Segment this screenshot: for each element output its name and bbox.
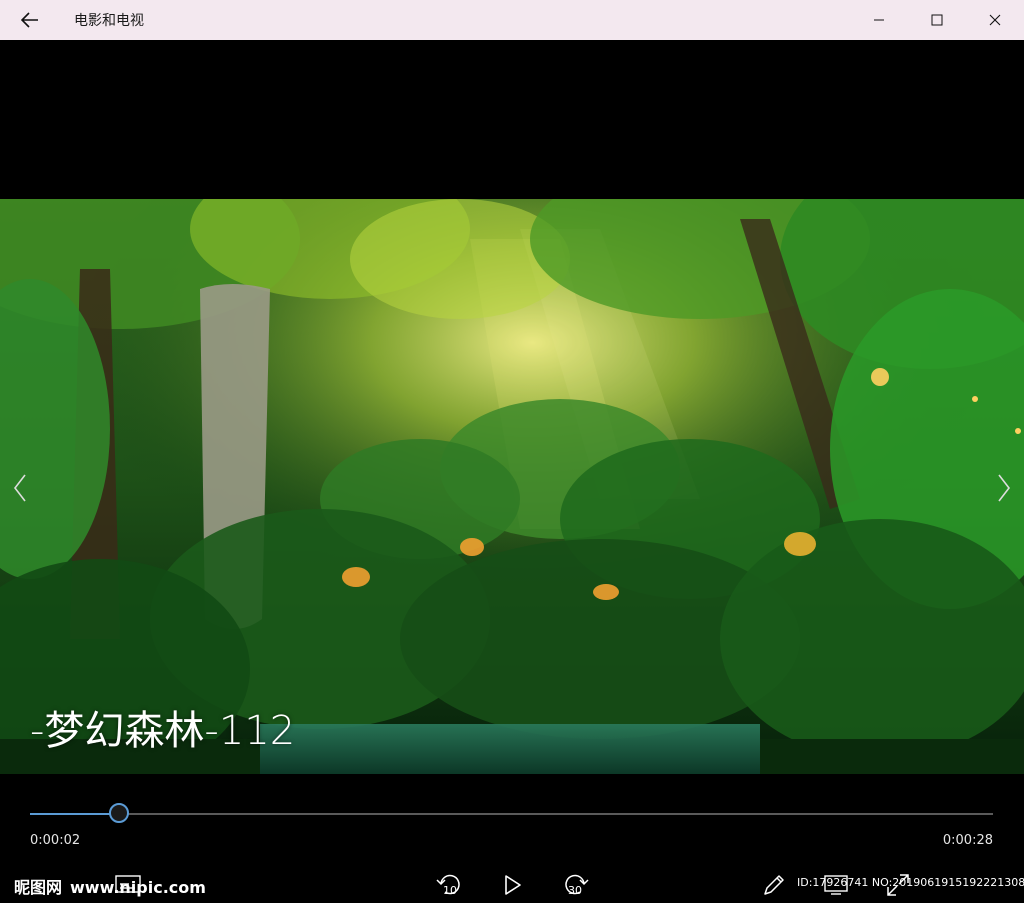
close-button[interactable] <box>966 0 1024 40</box>
watermark-id: ID:17926741 NO:20190619151922213086 <box>797 876 1024 889</box>
window-controls <box>850 0 1024 40</box>
arrow-left-icon <box>21 12 38 28</box>
play-icon <box>505 875 521 895</box>
subtitles-icon <box>115 875 141 893</box>
maximize-button[interactable] <box>908 0 966 40</box>
seek-bar-fill <box>30 813 120 815</box>
skip-forward-seconds: 30 <box>568 884 582 897</box>
time-elapsed: 0:00:02 <box>30 833 81 848</box>
skip-forward-button[interactable]: 30 <box>557 868 593 902</box>
chevron-left-icon <box>13 474 26 502</box>
captions-button[interactable] <box>110 868 146 902</box>
app-title: 电影和电视 <box>74 13 144 29</box>
title-bar: 电影和电视 <box>0 0 1024 40</box>
skip-back-seconds: 10 <box>443 884 457 897</box>
video-caption: -梦幻森林-112 <box>30 708 296 754</box>
edit-button[interactable] <box>756 868 792 902</box>
minimize-button[interactable] <box>850 0 908 40</box>
seek-bar[interactable] <box>30 813 993 815</box>
video-frame[interactable] <box>0 199 1024 774</box>
forest-scene-image <box>0 199 1024 774</box>
pencil-icon <box>764 875 784 895</box>
previous-button[interactable] <box>2 468 38 508</box>
seek-thumb[interactable] <box>109 803 130 823</box>
maximize-icon <box>931 14 943 26</box>
chevron-right-icon <box>998 474 1011 502</box>
next-button[interactable] <box>986 468 1022 508</box>
close-icon <box>989 14 1001 26</box>
time-total: 0:00:28 <box>942 833 993 848</box>
play-button[interactable] <box>495 868 531 902</box>
skip-back-button[interactable]: 10 <box>432 868 468 902</box>
minimize-icon <box>874 19 884 21</box>
movies-tv-window: 电影和电视 -梦幻森林-112 0:00:02 0:00:28 昵图网 www.… <box>0 0 1024 903</box>
back-button[interactable] <box>0 0 60 40</box>
watermark-site-name: 昵图网 <box>14 878 63 897</box>
